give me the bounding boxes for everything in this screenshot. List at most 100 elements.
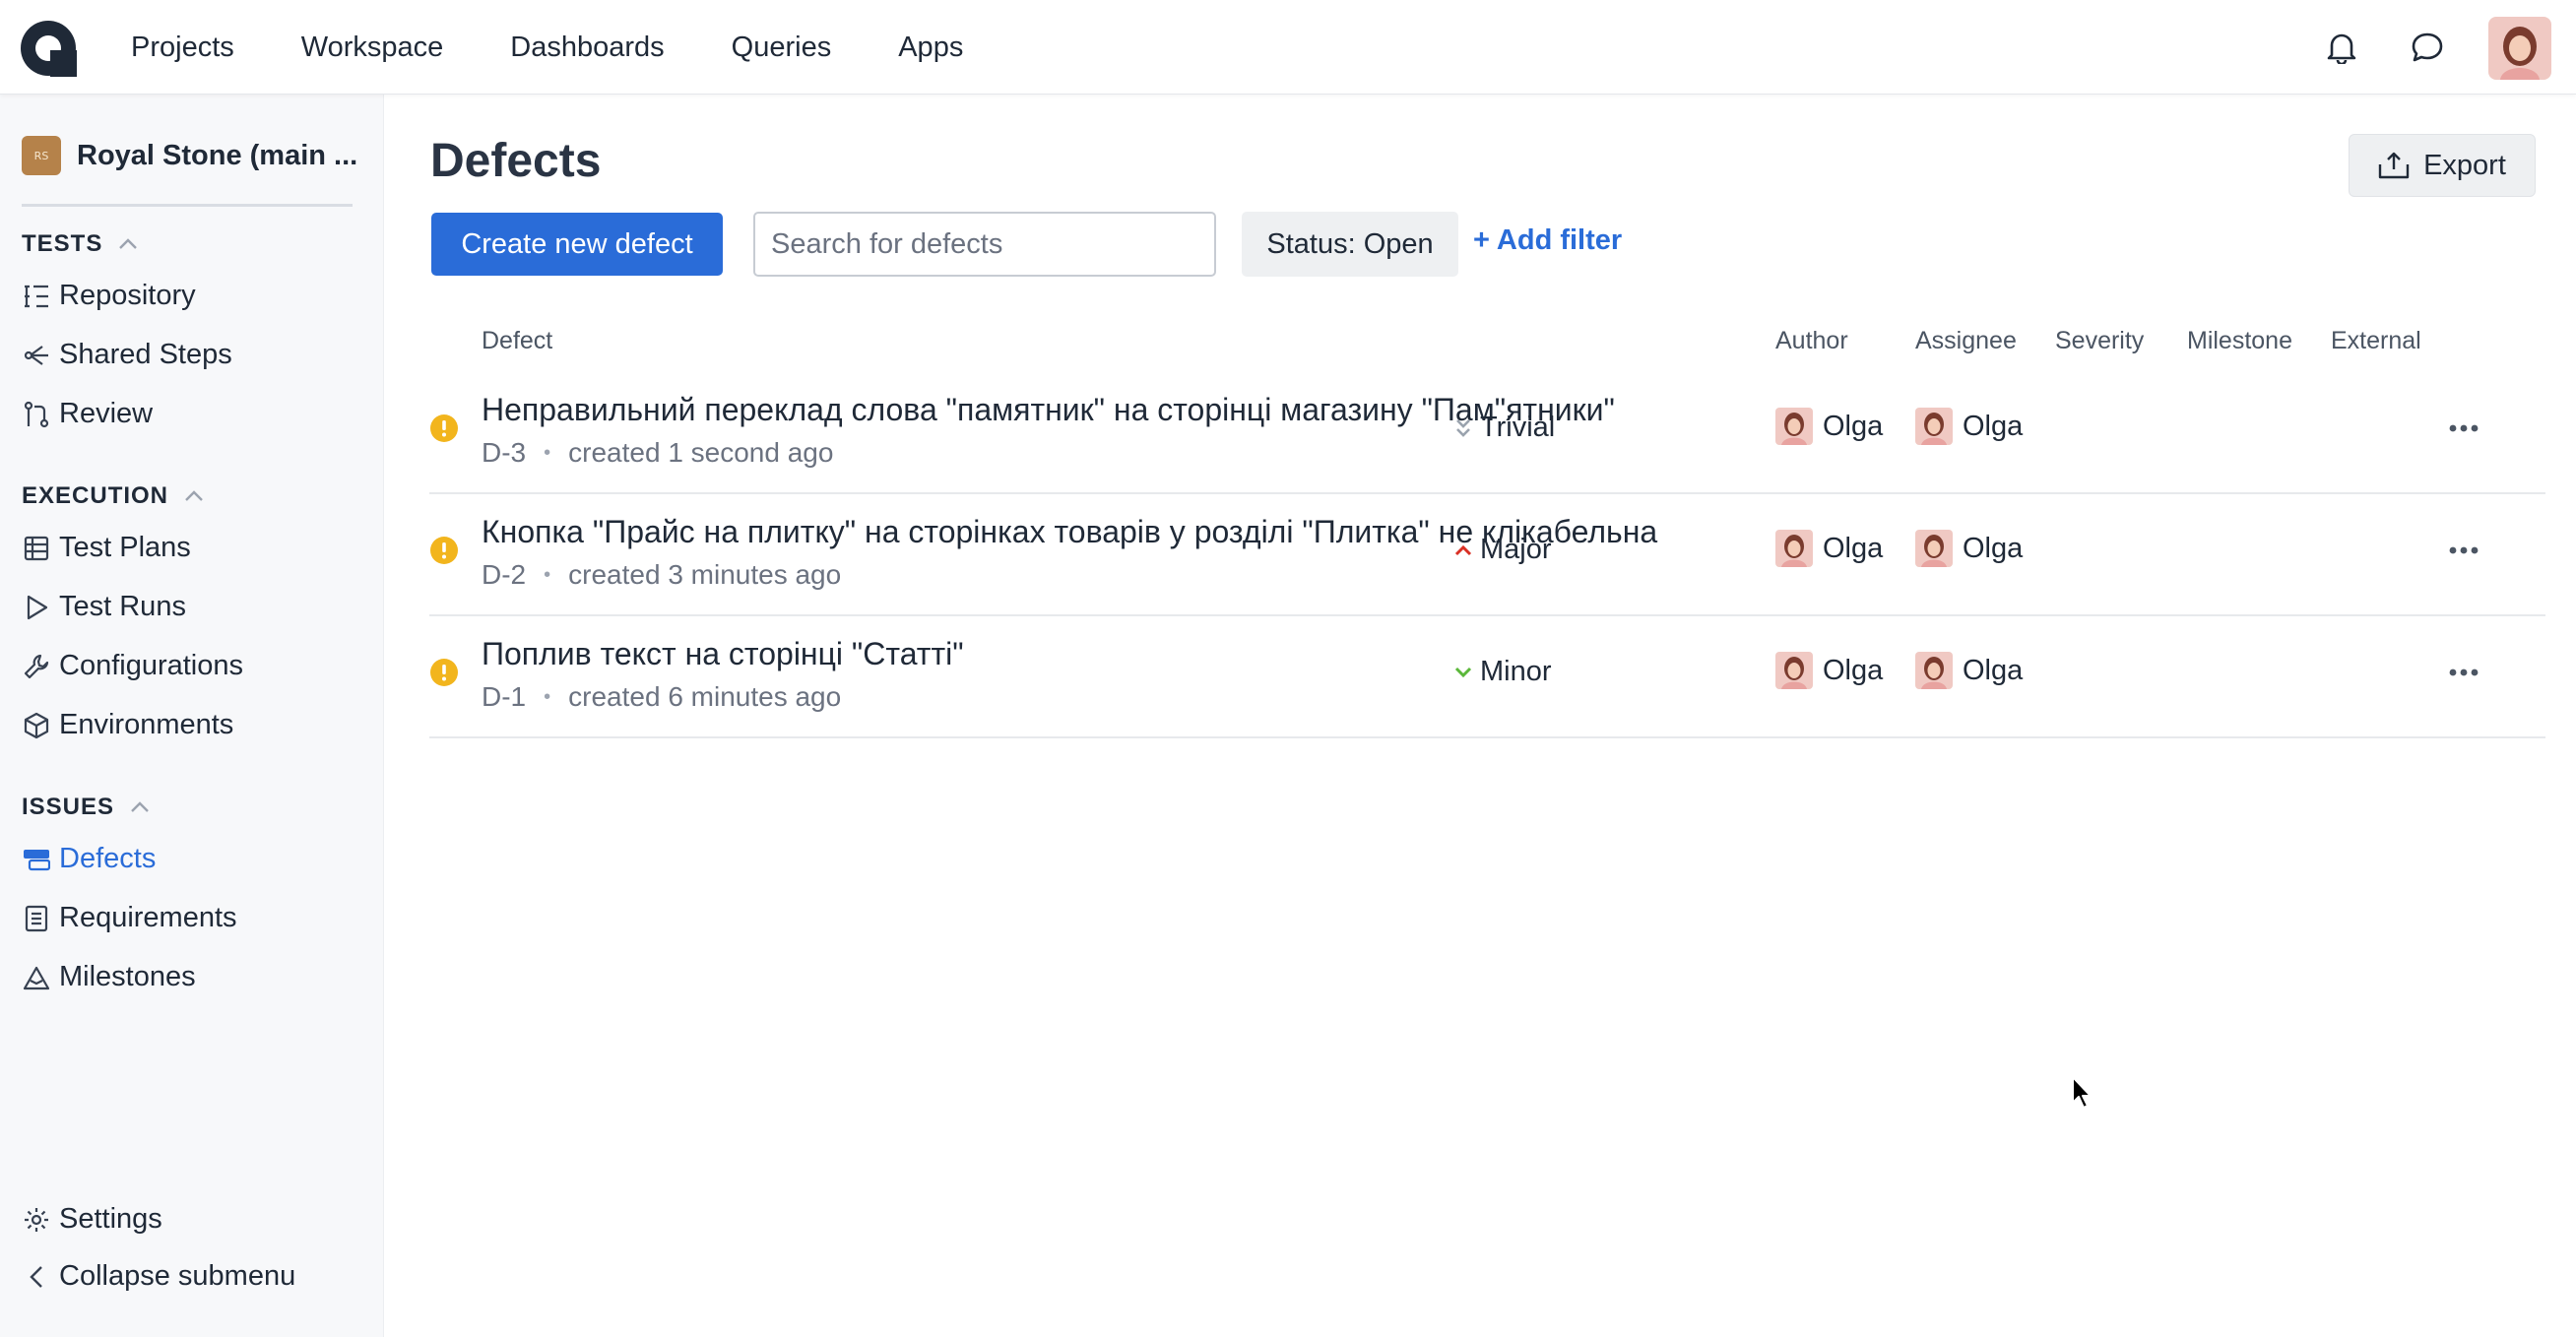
column-header-assignee: Assignee [1915,327,2017,354]
export-button[interactable]: Export [2349,134,2536,197]
table-row[interactable]: Неправильний переклад слова "памятник" н… [429,372,2545,494]
create-new-defect-button[interactable]: Create new defect [431,213,723,276]
defect-created: created 3 minutes ago [568,559,842,590]
chevron-up-icon [131,801,149,812]
sidebar-item-label: Requirements [59,902,237,933]
author-name: Olga [1823,654,1884,686]
nav-apps[interactable]: Apps [898,32,963,64]
defect-meta: D-1 • created 6 minutes ago [482,681,841,713]
defect-meta: D-3 • created 1 second ago [482,437,833,469]
avatar [1915,408,1953,445]
author-cell: Olga [1775,530,1883,567]
sidebar-item-requirements[interactable]: Requirements [22,902,237,934]
sidebar-item-review[interactable]: Review [22,398,153,430]
messages-chat-icon[interactable] [2406,26,2449,69]
sidebar-item-label: Defects [59,843,157,874]
chevron-up-icon [185,490,203,501]
severity-label: Minor [1480,656,1552,687]
assignee-name: Olga [1963,410,2024,442]
table-row[interactable]: Поплив текст на сторінці "Статті" D-1 • … [429,616,2545,738]
export-icon [2378,152,2410,179]
nav-dashboards[interactable]: Dashboards [510,32,664,64]
severity-cell: Minor [1454,656,1552,688]
assignee-cell: Olga [1915,530,2023,567]
row-more-menu-icon[interactable] [2442,656,2485,689]
defect-id: D-1 [482,681,527,712]
add-filter-link[interactable]: + Add filter [1473,224,1622,257]
sidebar-item-settings[interactable]: Settings [22,1203,162,1236]
sidebar-item-test-runs[interactable]: Test Runs [22,591,186,623]
defect-meta: D-2 • created 3 minutes ago [482,559,841,591]
repository-icon [22,282,51,311]
row-more-menu-icon[interactable] [2442,534,2485,567]
sidebar-item-milestones[interactable]: Milestones [22,961,196,993]
notifications-bell-icon[interactable] [2320,26,2363,69]
chevron-left-icon [22,1262,51,1292]
severity-cell: Major [1454,534,1552,566]
column-header-external: External [2331,327,2421,354]
project-badge: RS [22,136,61,175]
sidebar-divider [22,204,353,207]
assignee-name: Olga [1963,532,2024,564]
sidebar-item-label: Review [59,398,154,429]
chevron-up-icon [1454,544,1472,555]
sidebar-item-label: Test Plans [59,532,191,563]
status-filter-chip[interactable]: Status: Open [1242,212,1458,277]
assignee-cell: Olga [1915,408,2023,445]
avatar [1775,652,1813,689]
section-issues[interactable]: ISSUES [22,794,150,821]
mouse-cursor-icon [2072,1076,2092,1109]
section-tests[interactable]: TESTS [22,230,138,258]
chevron-up-icon [119,238,138,249]
main-nav: Projects Workspace Dashboards Queries Ap… [131,0,1030,95]
severity-label: Trivial [1480,412,1556,443]
avatar [1915,652,1953,689]
avatar [1775,530,1813,567]
sidebar-item-label: Settings [59,1203,162,1235]
sidebar-item-repository[interactable]: Repository [22,280,196,312]
app-logo-icon[interactable] [20,20,77,77]
table-row[interactable]: Кнопка "Прайс на плитку" на сторінках то… [429,494,2545,616]
sidebar-item-label: Collapse submenu [59,1260,296,1292]
assignee-name: Olga [1963,654,2024,686]
column-header-author: Author [1775,327,1848,354]
separator-dot: • [544,685,551,708]
nav-workspace[interactable]: Workspace [301,32,444,64]
sidebar-item-environments[interactable]: Environments [22,709,233,741]
page-title: Defects [430,135,602,187]
gear-icon [22,1205,51,1235]
sidebar-item-configurations[interactable]: Configurations [22,650,243,682]
assignee-cell: Olga [1915,652,2023,689]
sidebar-item-label: Configurations [59,650,243,681]
sidebar-item-shared-steps[interactable]: Shared Steps [22,339,232,371]
review-icon [22,400,51,429]
column-header-defect: Defect [482,327,553,354]
row-more-menu-icon[interactable] [2442,412,2485,445]
search-defects-input[interactable] [753,212,1216,277]
double-chevron-down-icon [1456,418,1470,437]
sidebar-item-label: Test Runs [59,591,186,622]
nav-projects[interactable]: Projects [131,32,234,64]
cube-icon [22,711,51,740]
defect-title[interactable]: Поплив текст на сторінці "Статті" [482,636,964,672]
sidebar-item-defects[interactable]: Defects [22,843,156,875]
sidebar-item-test-plans[interactable]: Test Plans [22,532,191,564]
milestone-icon [22,963,51,992]
sidebar: RS Royal Stone (main ... TESTS Repositor… [0,95,384,1337]
user-avatar[interactable] [2488,17,2551,80]
collapse-submenu-button[interactable]: Collapse submenu [22,1260,295,1293]
main-content: Defects Export Create new defect Status:… [384,95,2576,1337]
sidebar-item-label: Milestones [59,961,196,992]
sidebar-item-label: Environments [59,709,234,740]
project-switcher[interactable]: RS Royal Stone (main ... [22,136,357,175]
author-cell: Olga [1775,408,1883,445]
defect-title[interactable]: Неправильний переклад слова "памятник" н… [482,392,1615,428]
shared-steps-icon [22,341,51,370]
export-label: Export [2423,149,2506,181]
sidebar-item-label: Repository [59,280,196,311]
nav-queries[interactable]: Queries [732,32,832,64]
wrench-icon [22,652,51,681]
column-header-milestone: Milestone [2187,327,2292,354]
section-execution[interactable]: EXECUTION [22,482,204,510]
test-plans-icon [22,534,51,563]
